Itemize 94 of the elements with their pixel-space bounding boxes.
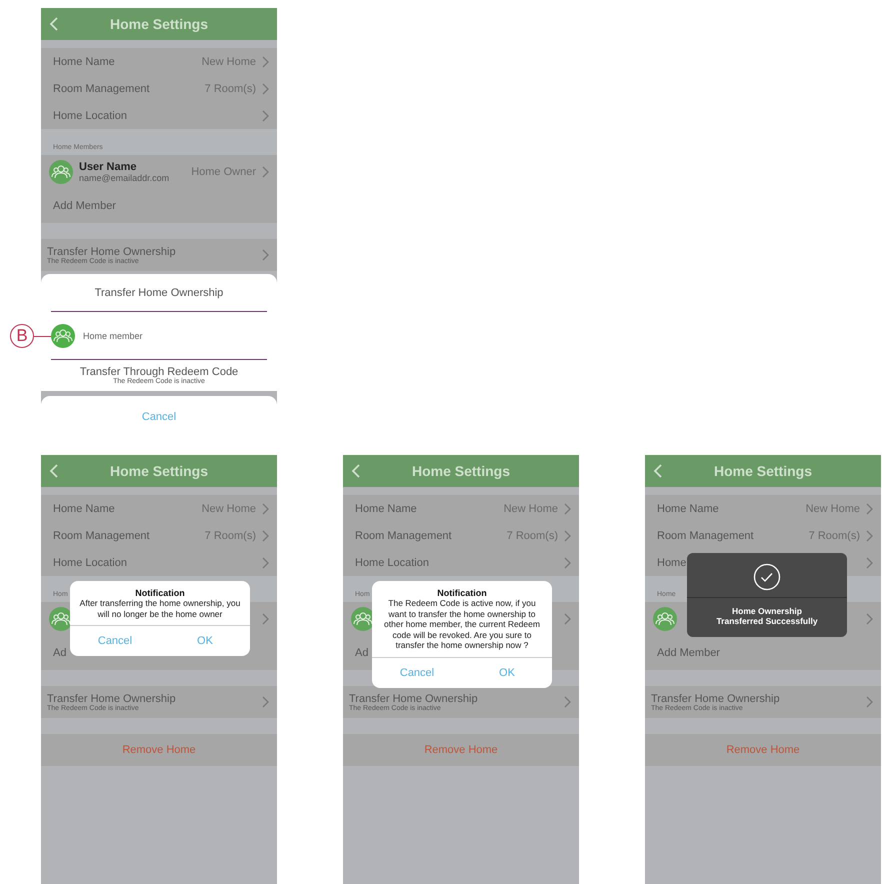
row-label: Home [657, 556, 688, 568]
member-email: name@emailaddr.com [79, 173, 170, 183]
remove-home-button[interactable]: Remove Home [645, 734, 881, 766]
row-label: Home Name [657, 502, 720, 514]
chevron-icon [262, 82, 269, 94]
add-member-row[interactable]: Add Member [41, 189, 277, 223]
screen-title: Home Settings [108, 463, 209, 479]
row-value: New Home [504, 502, 558, 514]
chevron-icon [262, 556, 269, 568]
row-label: Home Location [355, 556, 430, 568]
screen-title: Home Settings [712, 463, 813, 479]
avatar-icon [653, 607, 677, 631]
settings-row[interactable]: Home Name New Home [41, 48, 277, 75]
chevron-icon [866, 502, 873, 514]
remove-home-button[interactable]: Remove Home [343, 734, 579, 766]
chevron-icon [564, 556, 571, 568]
chevron-icon [564, 613, 571, 625]
callout-marker: B [10, 324, 34, 348]
back-icon[interactable] [49, 464, 58, 478]
chevron-icon [262, 530, 269, 542]
add-member-row[interactable]: Add Member [645, 636, 881, 670]
row-value: 7 Room(s) [204, 82, 256, 94]
option-label: Transfer Through Redeem Code [80, 366, 238, 378]
ok-button[interactable]: OK [160, 626, 250, 656]
option-label: Home member [83, 330, 143, 340]
row-value: 7 Room(s) [204, 530, 256, 542]
check-icon [753, 563, 781, 591]
member-option[interactable]: Home member [51, 312, 267, 360]
screen-title: Home Settings [410, 463, 511, 479]
settings-row[interactable]: Home Location [41, 549, 277, 576]
settings-row[interactable]: Home Location [41, 102, 277, 129]
settings-row[interactable]: Room Management 7 Room(s) [41, 75, 277, 102]
chevron-icon [262, 110, 269, 122]
dialog-message: The Redeem Code is active now, if you want to transfer the home ownership to other home member, the current Redeem code will be revoked. Are you sure to transfer the home ownership now ? [383, 598, 541, 652]
cancel-button[interactable]: Cancel [372, 658, 462, 688]
settings-row[interactable]: Room Management 7 Room(s) [343, 522, 579, 549]
chevron-icon [262, 613, 269, 625]
settings-row[interactable]: Home Name New Home [645, 495, 881, 522]
avatar-icon [51, 324, 75, 348]
settings-row[interactable]: Home Name New Home [343, 495, 579, 522]
row-label: Transfer Home Ownership [47, 246, 177, 258]
row-label: Home Name [355, 502, 418, 514]
back-icon[interactable] [653, 464, 662, 478]
settings-row[interactable]: Home Name New Home [41, 495, 277, 522]
cancel-button[interactable]: Cancel [41, 396, 277, 438]
member-role: Home Owner [191, 166, 256, 178]
row-label: Room Management [657, 530, 755, 542]
row-label: Transfer Home Ownership [47, 692, 177, 704]
row-value: New Home [202, 56, 256, 68]
chevron-icon [866, 530, 873, 542]
row-label: Add Member [657, 647, 721, 659]
settings-row[interactable]: Home Location [343, 549, 579, 576]
chevron-icon [564, 502, 571, 514]
row-label: Transfer Home Ownership [651, 692, 781, 704]
chevron-icon [262, 56, 269, 68]
row-label: Home Location [53, 556, 128, 568]
row-label: Room Management [53, 82, 151, 94]
back-icon[interactable] [351, 464, 360, 478]
dialog-message: After transferring the home ownership, you will no longer be the home owner [78, 598, 242, 621]
chevron-icon [866, 556, 873, 568]
row-label: Home Name [53, 56, 116, 68]
row-label: Transfer Home Ownership [349, 692, 479, 704]
row-value: 7 Room(s) [808, 530, 860, 542]
member-name: User Name [79, 161, 138, 173]
chevron-icon [866, 696, 873, 708]
chevron-icon [262, 166, 269, 178]
row-label: Home Location [53, 110, 128, 122]
sheet-title: Transfer Home Ownership [51, 274, 267, 312]
toast-message: Home Ownership Transferred Successfully [715, 606, 819, 626]
ok-button[interactable]: OK [462, 658, 552, 688]
row-value: New Home [806, 502, 860, 514]
screen-title: Home Settings [108, 16, 209, 32]
row-value: New Home [202, 502, 256, 514]
remove-home-button[interactable]: Remove Home [41, 734, 277, 766]
row-label: Room Management [53, 530, 151, 542]
leader-line [34, 336, 51, 337]
settings-row[interactable]: Room Management 7 Room(s) [645, 522, 881, 549]
cancel-button[interactable]: Cancel [70, 626, 160, 656]
chevron-icon [262, 696, 269, 708]
row-label: Add Member [53, 200, 117, 212]
chevron-icon [866, 613, 873, 625]
chevron-icon [564, 530, 571, 542]
settings-row[interactable]: Room Management 7 Room(s) [41, 522, 277, 549]
row-label: Room Management [355, 530, 453, 542]
row-value: 7 Room(s) [506, 530, 558, 542]
chevron-icon [262, 249, 269, 261]
back-icon[interactable] [49, 17, 58, 31]
chevron-icon [262, 502, 269, 514]
chevron-icon [564, 696, 571, 708]
dialog-title: Notification [134, 587, 186, 598]
dialog-title: Notification [436, 587, 488, 598]
settings-row[interactable]: Home [645, 549, 881, 576]
avatar-icon [49, 160, 73, 184]
row-label: Home Name [53, 502, 116, 514]
